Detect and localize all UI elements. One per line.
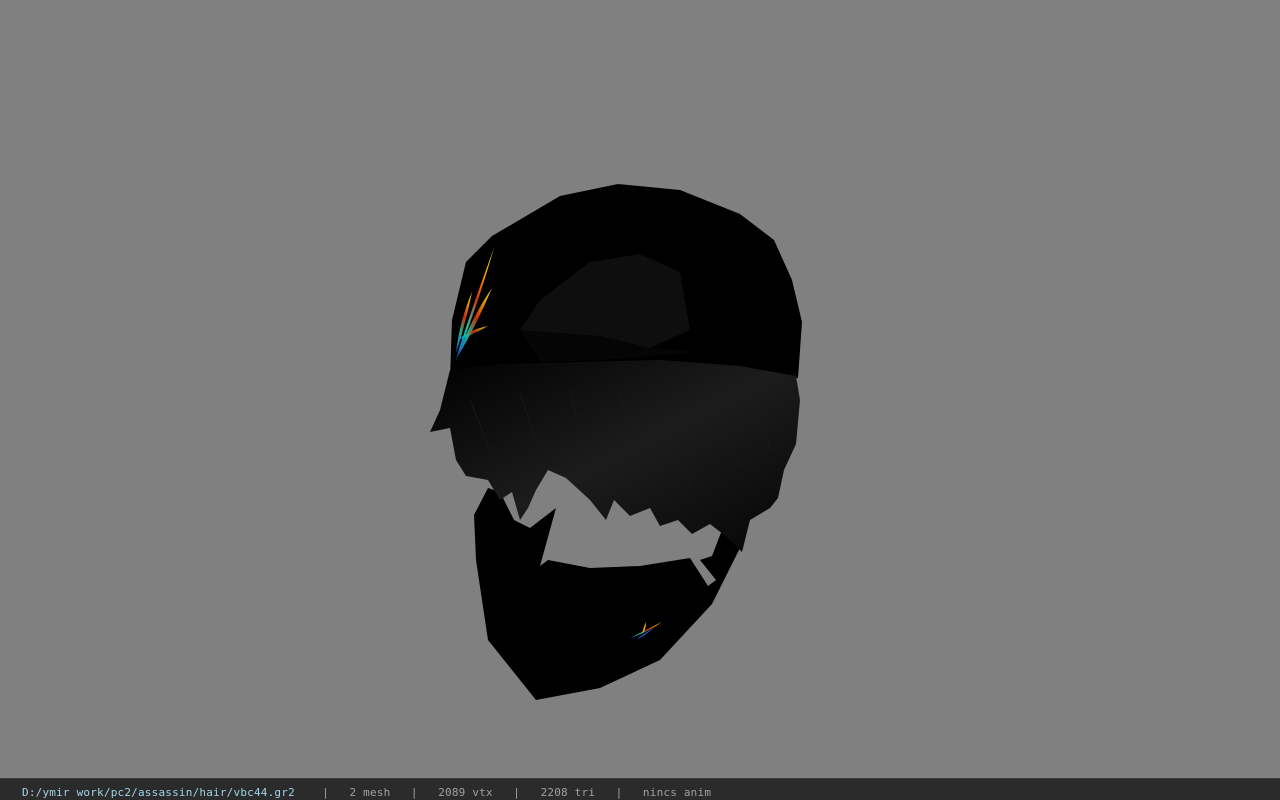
hair-model-render (430, 184, 802, 700)
triangle-count-label: 2208 tri (540, 786, 596, 799)
file-path-label: D:/ymir work/pc2/assassin/hair/vbc44.gr2 (22, 786, 295, 799)
animation-label: nincs anim (642, 786, 712, 799)
status-bar: D:/ymir work/pc2/assassin/hair/vbc44.gr2… (0, 778, 1280, 800)
vertex-count-label: 2089 vtx (438, 786, 493, 799)
separator: | (410, 786, 418, 799)
separator: | (322, 786, 330, 799)
separator: | (513, 786, 521, 799)
separator: | (615, 786, 623, 799)
3d-viewport[interactable] (0, 0, 1280, 778)
mesh-count-label: 2 mesh (349, 786, 391, 799)
